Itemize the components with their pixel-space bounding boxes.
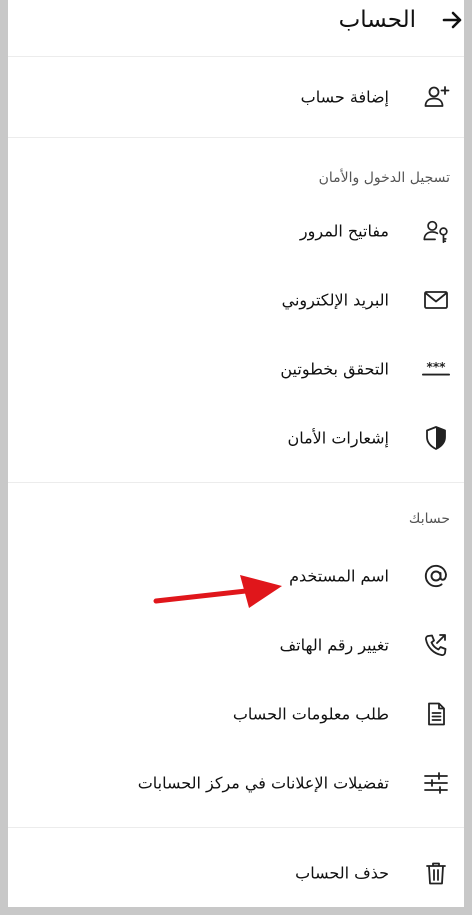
page-title: الحساب <box>338 7 416 33</box>
at-sign-icon <box>422 562 450 590</box>
svg-text:***: *** <box>426 359 446 373</box>
request-info-item[interactable]: طلب معلومات الحساب <box>8 679 464 748</box>
settings-frame: الحساب إضافة حساب تسجيل الدخول والأمان م… <box>8 0 464 907</box>
delete-account-item[interactable]: حذف الحساب <box>8 838 464 907</box>
mail-icon <box>422 286 450 314</box>
add-user-icon <box>422 83 450 111</box>
sliders-icon <box>422 769 450 797</box>
two-step-item[interactable]: *** التحقق بخطوتين <box>8 334 464 403</box>
passkeys-label: مفاتيح المرور <box>299 221 389 240</box>
user-key-icon <box>422 217 450 245</box>
security-alerts-item[interactable]: إشعارات الأمان <box>8 403 464 472</box>
ad-preferences-label: تفضيلات الإعلانات في مركز الحسابات <box>137 773 389 792</box>
email-item[interactable]: البريد الإلكتروني <box>8 265 464 334</box>
email-label: البريد الإلكتروني <box>281 290 389 309</box>
password-dots-icon: *** <box>422 355 450 383</box>
security-section-heading: تسجيل الدخول والأمان <box>318 170 450 186</box>
add-account-label: إضافة حساب <box>300 87 389 107</box>
username-label: اسم المستخدم <box>289 566 389 585</box>
request-info-label: طلب معلومات الحساب <box>232 704 389 723</box>
back-arrow-icon[interactable] <box>440 8 464 32</box>
account-section-heading: حسابك <box>408 511 450 527</box>
add-account-item[interactable]: إضافة حساب <box>8 57 464 137</box>
security-alerts-label: إشعارات الأمان <box>287 428 389 447</box>
app-header: الحساب <box>8 0 464 56</box>
change-phone-item[interactable]: تغيير رقم الهاتف <box>8 610 464 679</box>
passkeys-item[interactable]: مفاتيح المرور <box>8 196 464 265</box>
ad-preferences-item[interactable]: تفضيلات الإعلانات في مركز الحسابات <box>8 748 464 817</box>
document-icon <box>422 700 450 728</box>
shield-icon <box>422 424 450 452</box>
trash-icon <box>422 859 450 887</box>
delete-account-label: حذف الحساب <box>295 863 389 882</box>
phone-swap-icon <box>422 631 450 659</box>
change-phone-label: تغيير رقم الهاتف <box>279 635 389 654</box>
two-step-label: التحقق بخطوتين <box>280 359 389 378</box>
annotation-arrow <box>152 572 287 612</box>
